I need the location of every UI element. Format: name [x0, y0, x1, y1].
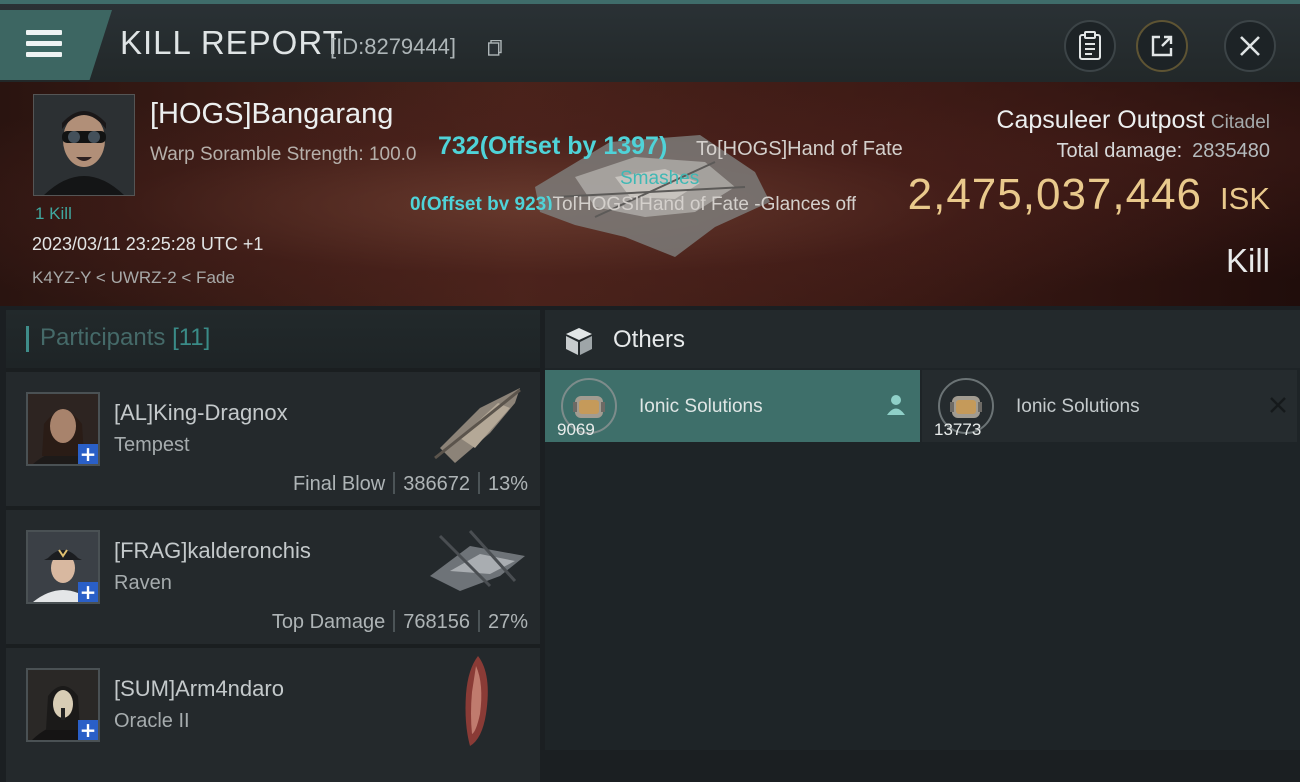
- combat-miss-offset: 0(Offset by 923): [410, 194, 553, 210]
- result-label: Kill: [1225, 242, 1270, 279]
- menu-button[interactable]: [0, 10, 112, 80]
- add-contact-icon[interactable]: +: [78, 720, 98, 740]
- divider: [477, 610, 480, 632]
- item-name: Ionic Solutions: [1016, 396, 1140, 417]
- others-panel: Others 9069 Ionic Solutions 13773 Ionic …: [545, 310, 1300, 750]
- participants-title: Participants [11]: [40, 324, 210, 352]
- participants-label: Participants: [40, 324, 166, 351]
- participant-name[interactable]: [AL]King-Dragnox: [114, 400, 288, 426]
- divider: [393, 610, 396, 632]
- kill-location: K4YZ-Y < UWRZ-2 < Fade: [32, 268, 235, 287]
- report-id: [ID:8279444]: [330, 34, 456, 59]
- participant-ship: Raven: [114, 572, 172, 594]
- others-header: Others: [545, 310, 1300, 368]
- participants-header: Participants [11]: [6, 310, 540, 368]
- combat-damage-text: 732(Offset by 1397): [438, 132, 668, 160]
- participant-damage: 768156: [403, 611, 470, 633]
- participant-role: Final Blow: [292, 473, 386, 495]
- participants-count: [11]: [172, 324, 211, 351]
- participant-name[interactable]: [SUM]Arm4ndaro: [114, 676, 284, 702]
- victim-structure-class: Citadel: [1210, 112, 1270, 133]
- participant-percent: 13%: [487, 473, 528, 495]
- copy-icon[interactable]: [488, 40, 502, 56]
- participant-stats: Final Blow 386672 13%: [293, 472, 528, 496]
- page-title: KILL REPORT: [120, 24, 344, 61]
- isk-amount: 2,475,037,446: [907, 170, 1203, 219]
- participant-row[interactable]: + [AL]King-Dragnox Tempest Final Blow 386…: [6, 372, 540, 506]
- participant-percent: 27%: [487, 611, 528, 633]
- participant-row[interactable]: + [FRAG]kalderonchis Raven Top Damage 768…: [6, 510, 540, 644]
- participant-ship-image: [434, 388, 521, 463]
- others-title: Others: [613, 326, 686, 353]
- avatar[interactable]: +: [26, 668, 100, 742]
- item-name: Ionic Solutions: [639, 396, 763, 417]
- avatar[interactable]: +: [26, 392, 100, 466]
- item-card[interactable]: 13773 Ionic Solutions: [922, 370, 1297, 442]
- kill-count: 1 Kill: [35, 204, 72, 223]
- participant-stats: Top Damage 768156 27%: [272, 610, 528, 634]
- total-damage-label: Total damage:: [1056, 140, 1183, 162]
- combat-miss-text: 0(Offset by 923)To[HOGS]Hand of Fate -Gl…: [410, 194, 856, 210]
- victim-avatar[interactable]: [33, 94, 135, 196]
- add-contact-icon[interactable]: +: [78, 444, 98, 464]
- divider: [393, 472, 396, 494]
- participant-damage: 386672: [403, 473, 470, 495]
- total-damage-value: 2835480: [1192, 140, 1270, 162]
- kill-timestamp: 2023/03/11 23:25:28 UTC +1: [32, 234, 264, 254]
- victim-pilot-name[interactable]: [HOGS]Bangarang: [150, 98, 393, 131]
- clipboard-icon: [1079, 31, 1101, 60]
- participant-name[interactable]: [FRAG]kalderonchis: [114, 538, 311, 564]
- header-accent-bar: [26, 326, 29, 352]
- export-icon: [1151, 35, 1173, 57]
- total-damage: Total damage: 2835480: [1056, 140, 1270, 163]
- victim-structure-name: Capsuleer Outpost: [996, 106, 1205, 134]
- isk-value: 2,475,037,446 ISK: [908, 170, 1270, 220]
- title-bar: KILL REPORT [ID:8279444]: [0, 0, 1300, 82]
- kill-banner: [HOGS]Bangarang Warp Soramble Strength: …: [0, 82, 1300, 306]
- cube-icon: [566, 328, 592, 355]
- participant-ship-image: [465, 656, 488, 746]
- combat-miss-target: To[HOGS]Hand of Fate -Glances off: [552, 194, 857, 210]
- isk-unit: ISK: [1220, 181, 1270, 216]
- clipboard-button[interactable]: [1064, 20, 1116, 72]
- victim-portrait: [34, 95, 134, 195]
- victim-structure: Capsuleer Outpost Citadel: [996, 106, 1270, 135]
- combat-target-text: To[HOGS]Hand of Fate: [696, 138, 903, 160]
- warp-scramble-strength: Warp Soramble Strength: 100.0: [150, 144, 417, 165]
- avatar[interactable]: +: [26, 530, 100, 604]
- item-quantity: 9069: [557, 420, 595, 439]
- close-button[interactable]: [1224, 20, 1276, 72]
- person-icon[interactable]: [886, 394, 906, 416]
- item-card[interactable]: 9069 Ionic Solutions: [545, 370, 920, 442]
- add-contact-icon[interactable]: +: [78, 582, 98, 602]
- participant-ship: Oracle II: [114, 710, 190, 732]
- participant-role: Top Damage: [271, 611, 386, 633]
- participants-panel: Participants [11] + [AL]King-Dragnox Tem…: [6, 310, 540, 782]
- participant-ship: Tempest: [114, 434, 190, 456]
- participant-row[interactable]: + [SUM]Arm4ndaro Oracle II: [6, 648, 540, 782]
- divider: [477, 472, 480, 494]
- participant-ship-image: [430, 529, 525, 591]
- hamburger-menu-icon: [26, 30, 62, 60]
- combat-weapon-text: Smashes: [620, 168, 700, 189]
- destroyed-x-icon: [1270, 397, 1286, 413]
- export-button[interactable]: [1136, 20, 1188, 72]
- close-icon: [1240, 36, 1260, 56]
- item-quantity: 13773: [934, 420, 982, 439]
